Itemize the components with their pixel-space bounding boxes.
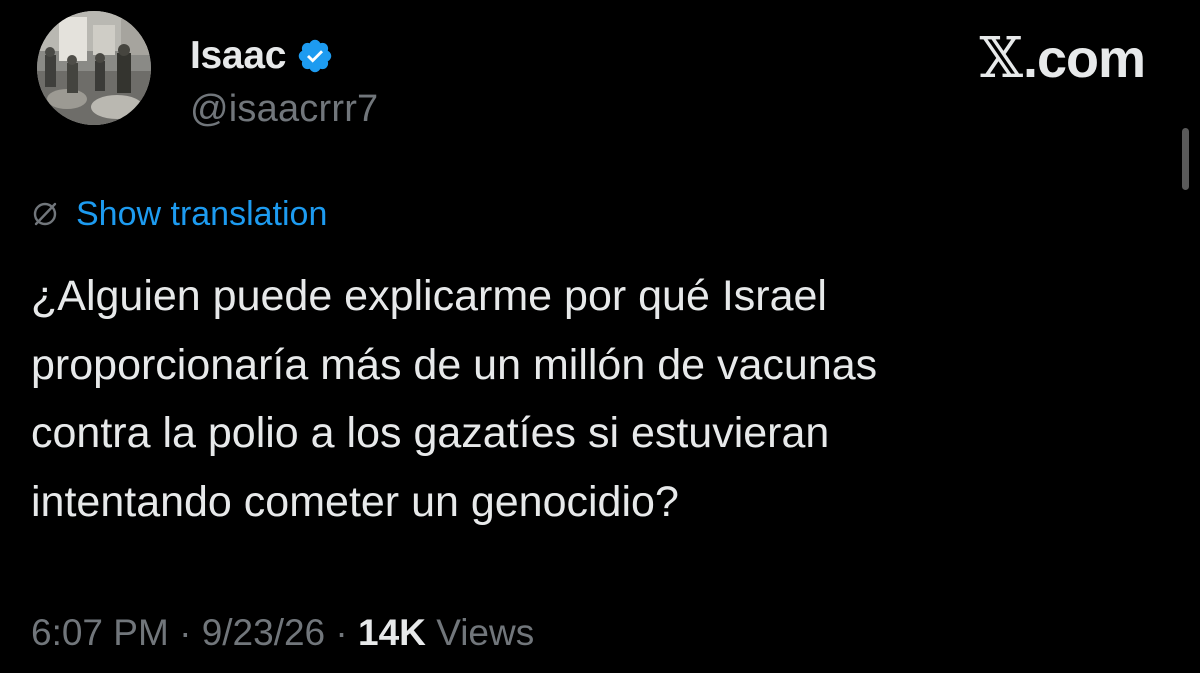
translation-row: Show translation [32, 192, 327, 236]
avatar[interactable] [37, 11, 151, 125]
avatar-photo [37, 11, 151, 125]
show-translation-link[interactable]: Show translation [76, 195, 327, 234]
x-com-logo: 𝕏.com [979, 26, 1147, 91]
tweet-text-line: ¿Alguien puede explicarme por qué Israel [31, 272, 827, 320]
tweet-text-line: intentando cometer un genocidio? [31, 477, 679, 526]
verified-badge-icon[interactable] [296, 37, 334, 75]
translate-globe-icon [32, 201, 58, 227]
author-handle[interactable]: @isaacrrr7 [190, 88, 378, 131]
author-name-row: Isaac [190, 30, 334, 82]
tweet-text-line: proporcionaría más de un millón de vacun… [31, 340, 878, 389]
tweet-text: ¿Alguien puede explicarme por qué Israel… [31, 262, 1151, 536]
views-count: 14K [358, 612, 426, 653]
tweet-date[interactable]: 9/23/26 [202, 612, 325, 653]
author-display-name[interactable]: Isaac [190, 34, 286, 78]
tweet-text-line: contra la polio a los gazatíes si estuvi… [31, 409, 830, 457]
tweet-meta: 6:07 PM · 9/23/26 · 14K Views [31, 612, 534, 654]
x-logo-text: .com [1022, 29, 1146, 89]
x-logo-icon: 𝕏 [979, 26, 1023, 91]
tweet-card: Isaac @isaacrrr7 𝕏.com Show translation … [0, 0, 1200, 673]
tweet-time[interactable]: 6:07 PM [31, 612, 169, 653]
meta-separator: · [335, 612, 348, 653]
views-label: Views [436, 612, 535, 653]
meta-separator: · [179, 612, 192, 653]
scrollbar[interactable] [1182, 128, 1189, 190]
